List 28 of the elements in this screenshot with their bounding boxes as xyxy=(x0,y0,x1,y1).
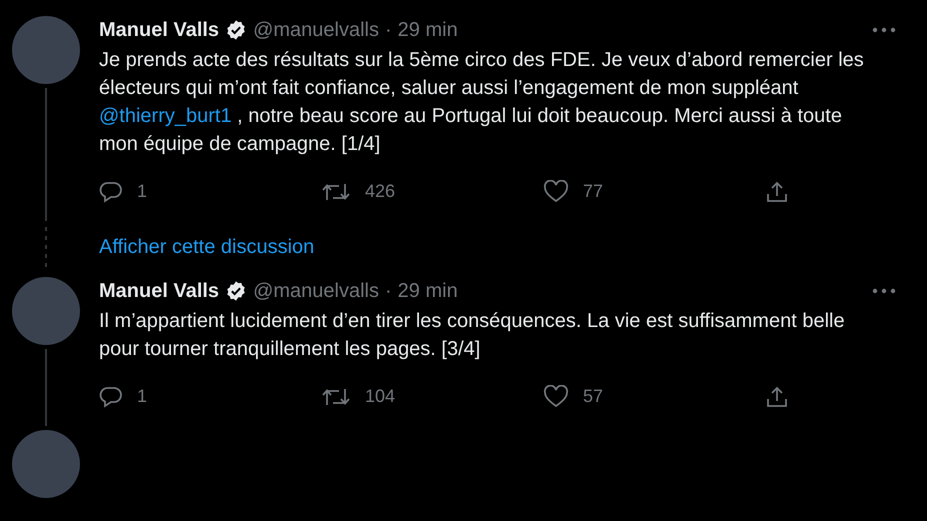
heart-icon xyxy=(543,180,569,204)
reply-icon xyxy=(99,180,123,202)
share-button[interactable] xyxy=(765,180,789,204)
share-icon xyxy=(765,384,789,408)
share-button[interactable] xyxy=(765,384,789,408)
share-icon xyxy=(765,180,789,204)
separator-dot: · xyxy=(384,18,392,43)
mention-link[interactable]: @thierry_burt1 xyxy=(99,105,232,127)
author-handle[interactable]: @manuelvalls xyxy=(253,277,379,305)
tweet-text: Il m’appartient lucidement d’en tirer les conséquences. La vie est suffisamment belle pour tourner tranquillement les pages. [3/4] xyxy=(99,309,846,362)
tweet-time[interactable]: 29 min xyxy=(398,277,458,305)
separator-dot: · xyxy=(384,279,392,304)
heart-icon xyxy=(543,384,569,408)
author-name[interactable]: Manuel Valls xyxy=(99,16,220,44)
like-button[interactable]: 57 xyxy=(543,383,765,410)
tweet-text: Je prends acte des résultats sur la 5ème circo des FDE. Je veux d’abord remercier les électeurs qui m’ont fait confiance, saluer aussi l’engagement de mon suppléant @thierry_burt1 , notre beau score au Portugal lui doit beaucoup. Merci aussi à toute mon équipe de campagne. [1/4] xyxy=(99,48,865,157)
tweet-time[interactable]: 29 min xyxy=(398,16,458,44)
retweet-button[interactable]: 426 xyxy=(321,178,543,205)
more-icon[interactable] xyxy=(871,26,897,34)
retweet-button[interactable]: 104 xyxy=(321,383,543,410)
author-handle[interactable]: @manuelvalls xyxy=(253,16,379,44)
reply-icon xyxy=(99,386,123,408)
author-name[interactable]: Manuel Valls xyxy=(99,277,220,305)
more-icon[interactable] xyxy=(871,287,897,295)
reply-button[interactable]: 1 xyxy=(99,383,321,410)
show-thread-link[interactable]: Afficher cette discussion xyxy=(80,232,314,262)
reply-button[interactable]: 1 xyxy=(99,178,321,205)
like-button[interactable]: 77 xyxy=(543,178,765,205)
